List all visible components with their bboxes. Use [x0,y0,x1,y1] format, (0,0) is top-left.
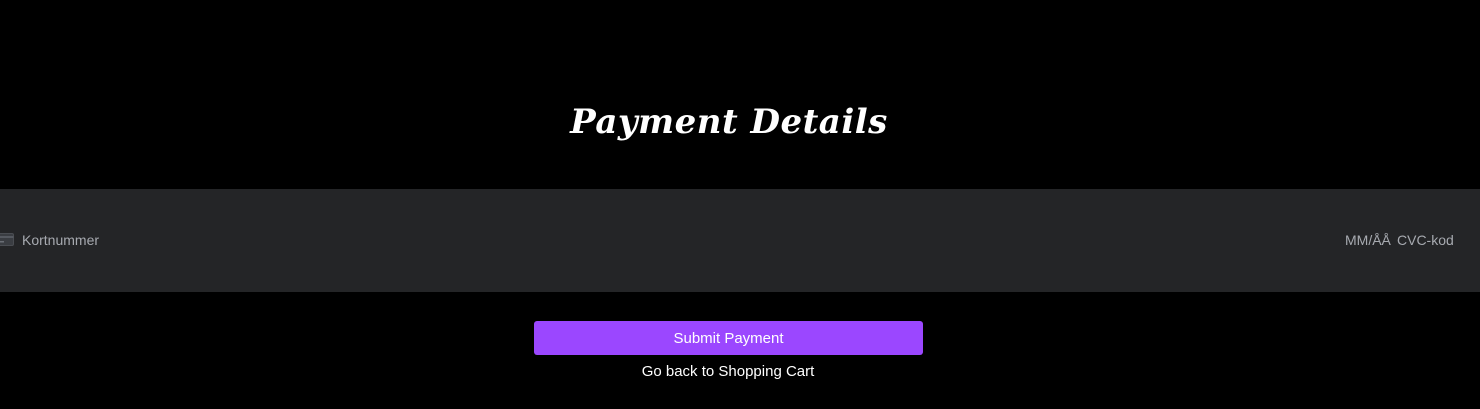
payment-page: Payment Details Submit Payment Go back t… [0,0,1480,409]
card-expiry-input[interactable] [1345,229,1395,251]
back-to-cart-link[interactable]: Go back to Shopping Cart [642,363,815,380]
back-link-row: Go back to Shopping Cart [0,362,1456,382]
card-input-row [0,229,1480,251]
credit-card-icon [0,233,14,246]
submit-payment-button[interactable]: Submit Payment [534,321,923,355]
card-element-panel [0,189,1480,292]
card-cvc-input[interactable] [1397,229,1459,251]
page-title: Payment Details [570,102,888,142]
card-number-input[interactable] [22,229,422,251]
